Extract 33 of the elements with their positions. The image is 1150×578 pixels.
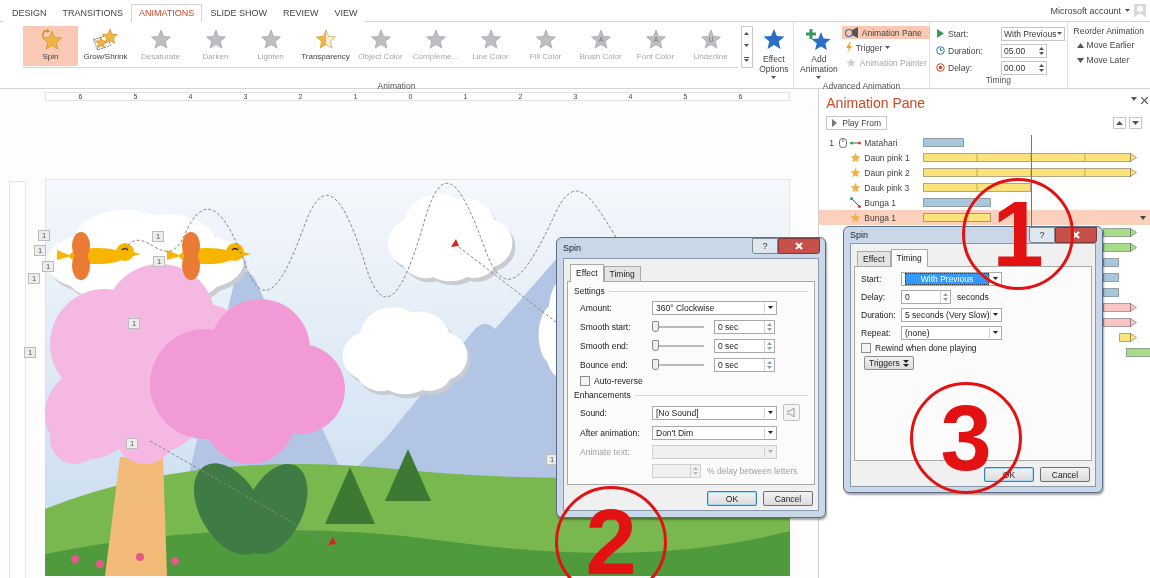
animation-name: Bunga 1 <box>864 197 897 208</box>
field-label: After animation: <box>579 427 641 438</box>
pane-title: Animation Pane <box>826 95 926 111</box>
field-label: % delay between letters <box>707 465 798 476</box>
section-heading: Settings <box>574 286 605 296</box>
field-label: Smooth end: <box>579 340 630 351</box>
sequence-number: 1 <box>829 137 835 148</box>
field-label: Duration: <box>861 309 895 320</box>
group-label: Advanced Animation <box>821 81 902 93</box>
unit-label: seconds <box>957 291 989 302</box>
dialog-title: Spin <box>563 243 581 253</box>
circled-number: 2 <box>555 486 667 578</box>
field-label: Repeat: <box>861 327 892 338</box>
animation-name: Matahari <box>864 137 899 148</box>
section-heading: Enhancements <box>574 390 631 400</box>
group-heading: Reorder Animation <box>1073 26 1144 36</box>
field-label: Bounce end: <box>579 359 629 370</box>
field-label: Start: <box>861 273 883 284</box>
field-label: Sound: <box>579 407 608 418</box>
field-label: Start: <box>948 28 970 39</box>
field-label: Smooth start: <box>579 321 632 332</box>
field-label: Animate text: <box>579 446 631 457</box>
dialog-title: Spin <box>850 230 868 240</box>
field-label: Delay: <box>861 291 887 302</box>
field-label: Amount: <box>579 302 613 313</box>
group-label: Animation <box>376 81 417 93</box>
field-label: Duration: <box>948 45 984 56</box>
field-label: Delay: <box>948 62 974 73</box>
animation-name: Bunga 1 <box>864 212 897 223</box>
animation-name: Daun pink 1 <box>864 152 911 163</box>
animation-name: Daun pink 2 <box>864 167 911 178</box>
animation-name: Dauk pink 3 <box>864 182 911 193</box>
group-label: Timing <box>984 75 1012 87</box>
